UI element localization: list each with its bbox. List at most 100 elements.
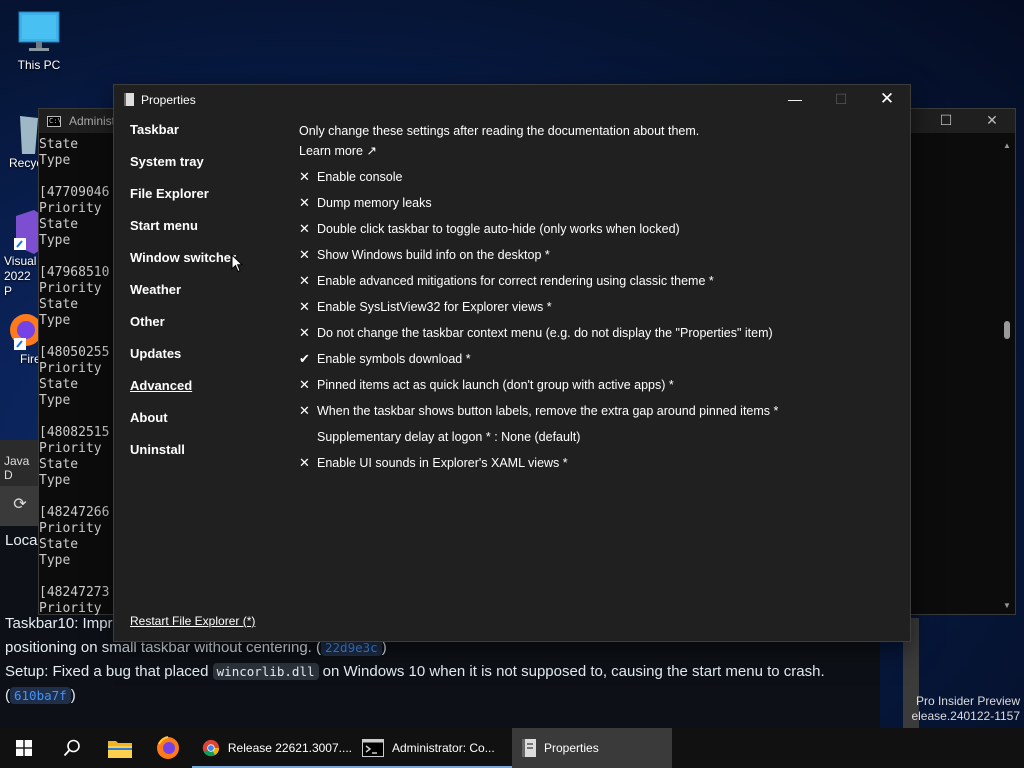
options-list: ✕ Enable console ✕ Dump memory leaks ✕ Doub… <box>299 164 899 476</box>
restart-file-explorer-link[interactable]: Restart File Explorer (*) <box>130 614 255 628</box>
maximize-icon[interactable]: ☐ <box>923 109 969 133</box>
taskbar-item-terminal[interactable]: Administrator: Co... <box>352 728 512 768</box>
x-mark-icon: ✕ <box>299 169 310 184</box>
x-mark-icon: ✕ <box>299 455 310 470</box>
option-label: When the taskbar shows button labels, re… <box>317 404 779 418</box>
release-note-2-text-a: Setup: Fixed a bug that placed <box>5 663 213 680</box>
release-note-2: Setup: Fixed a bug that placed wincorlib… <box>5 660 875 708</box>
x-mark-icon: ✕ <box>299 377 310 392</box>
nav-taskbar[interactable]: Taskbar <box>130 121 236 153</box>
properties-app-icon <box>522 739 536 757</box>
monitor-icon <box>18 10 60 54</box>
option-label: Do not change the taskbar context menu (… <box>317 326 773 340</box>
option-pinned-quick-launch[interactable]: ✕ Pinned items act as quick launch (don't… <box>299 372 899 398</box>
taskbar-item-properties[interactable]: Properties <box>512 728 672 768</box>
chrome-icon <box>202 739 220 757</box>
option-ui-sounds[interactable]: ✕ Enable UI sounds in Explorer's XAML vie… <box>299 450 899 476</box>
option-label: Enable SysListView32 for Explorer views … <box>317 300 552 314</box>
scroll-up-icon[interactable]: ▲ <box>1001 139 1013 153</box>
nav-other[interactable]: Other <box>130 313 236 345</box>
desktop-icon-label: Recyc <box>9 156 43 170</box>
option-dump-memory-leaks[interactable]: ✕ Dump memory leaks <box>299 190 899 216</box>
console-window-controls: ☐ ✕ <box>923 109 1015 133</box>
desktop-icon-label: Visual 2022 P <box>4 254 37 298</box>
nav-file-explorer[interactable]: File Explorer <box>130 185 236 217</box>
search-button[interactable] <box>48 728 96 768</box>
close-icon[interactable]: ✕ <box>864 85 910 115</box>
option-label: Show Windows build info on the desktop * <box>317 248 550 262</box>
option-label: Enable advanced mitigations for correct … <box>317 274 714 288</box>
scroll-thumb[interactable] <box>1004 321 1010 339</box>
warning-text: Only change these settings after reading… <box>299 124 700 138</box>
console-scrollbar[interactable]: ▲ ▼ <box>1001 139 1013 613</box>
option-remove-extra-gap[interactable]: ✕ When the taskbar shows button labels, r… <box>299 398 899 424</box>
window-controls: — ☐ ✕ <box>772 85 910 115</box>
option-show-build-info[interactable]: ✕ Show Windows build info on the desktop … <box>299 242 899 268</box>
command-prompt-icon <box>362 739 384 757</box>
option-taskbar-context-menu[interactable]: ✕ Do not change the taskbar context menu … <box>299 320 899 346</box>
window-title: Properties <box>141 93 196 107</box>
option-label: Supplementary delay at logon * : None (d… <box>317 430 581 444</box>
desktop-icon-firefox[interactable]: Fire <box>0 310 42 366</box>
watermark-line-2: elease.240122-1157 <box>911 709 1020 723</box>
x-mark-icon: ✕ <box>299 247 310 262</box>
firefox-button[interactable] <box>144 728 192 768</box>
nav-start-menu[interactable]: Start menu <box>130 217 236 249</box>
release-note-2-end: ) <box>70 687 76 704</box>
java-tab[interactable]: Java D <box>0 440 40 486</box>
option-double-click-autohide[interactable]: ✕ Double click taskbar to toggle auto-hid… <box>299 216 899 242</box>
maximize-icon: ☐ <box>834 91 848 107</box>
x-mark-icon: ✕ <box>299 221 310 236</box>
folder-icon <box>108 741 132 758</box>
command-prompt-icon: C:\ <box>47 115 62 127</box>
desktop-icon-visual-studio[interactable]: Visual 2022 P <box>0 210 40 299</box>
taskbar-item-label: Release 22621.3007.... <box>227 741 352 755</box>
option-label: Enable console <box>317 170 403 184</box>
option-enable-console[interactable]: ✕ Enable console <box>299 164 899 190</box>
nav-system-tray[interactable]: System tray <box>130 153 236 185</box>
mouse-cursor-icon <box>231 253 244 276</box>
scroll-down-icon[interactable]: ▼ <box>1001 599 1013 613</box>
taskbar-item-chrome[interactable]: Release 22621.3007.... <box>192 728 352 768</box>
option-label: Dump memory leaks <box>317 196 432 210</box>
minimize-icon[interactable]: — <box>772 85 818 115</box>
desktop-icon-recycle-bin[interactable]: Recyc <box>0 108 43 170</box>
firefox-icon <box>0 310 42 352</box>
nav-uninstall[interactable]: Uninstall <box>130 441 236 473</box>
learn-more-link[interactable]: Learn more ↗ <box>299 141 377 161</box>
check-mark-icon: ✔ <box>299 351 310 366</box>
nav-window-switcher[interactable]: Window switcher <box>130 249 236 281</box>
x-mark-icon: ✕ <box>299 299 310 314</box>
inline-code: wincorlib.dll <box>212 663 319 680</box>
file-explorer-button[interactable] <box>96 728 144 768</box>
visual-studio-icon <box>0 210 40 254</box>
browser-text-fragment: Loca <box>5 532 38 549</box>
taskbar-item-label: Properties <box>544 741 599 755</box>
windows-logo-icon <box>16 740 32 756</box>
option-advanced-mitigations[interactable]: ✕ Enable advanced mitigations for correct… <box>299 268 899 294</box>
watermark-line-1: Pro Insider Preview <box>915 694 1020 708</box>
option-syslistview32[interactable]: ✕ Enable SysListView32 for Explorer views… <box>299 294 899 320</box>
desktop-icon-label: Fire <box>20 352 41 366</box>
search-icon <box>63 739 80 757</box>
option-label: Double click taskbar to toggle auto-hide… <box>317 222 680 236</box>
nav-weather[interactable]: Weather <box>130 281 236 313</box>
settings-nav: Taskbar System tray File Explorer Start … <box>130 121 236 473</box>
close-icon[interactable]: ✕ <box>969 109 1015 133</box>
recycle-bin-icon <box>0 108 40 156</box>
option-logon-delay[interactable]: Supplementary delay at logon * : None (d… <box>299 424 899 450</box>
nav-advanced[interactable]: Advanced <box>130 377 236 409</box>
option-label: Enable symbols download * <box>317 352 471 366</box>
nav-about[interactable]: About <box>130 409 236 441</box>
x-mark-icon: ✕ <box>299 403 310 418</box>
taskbar-item-label: Administrator: Co... <box>392 741 495 755</box>
commit-link-2[interactable]: 610ba7f <box>10 687 71 704</box>
properties-titlebar[interactable]: Properties — ☐ ✕ <box>114 85 910 115</box>
nav-updates[interactable]: Updates <box>130 345 236 377</box>
properties-window[interactable]: Properties — ☐ ✕ Taskbar System tray Fil… <box>113 84 911 642</box>
option-symbols-download[interactable]: ✔ Enable symbols download * <box>299 346 899 372</box>
start-button[interactable] <box>0 728 48 768</box>
option-label: Enable UI sounds in Explorer's XAML view… <box>317 456 568 470</box>
desktop-icon-this-pc[interactable]: This PC <box>12 10 66 72</box>
reload-icon[interactable]: ⟳ <box>0 486 40 526</box>
